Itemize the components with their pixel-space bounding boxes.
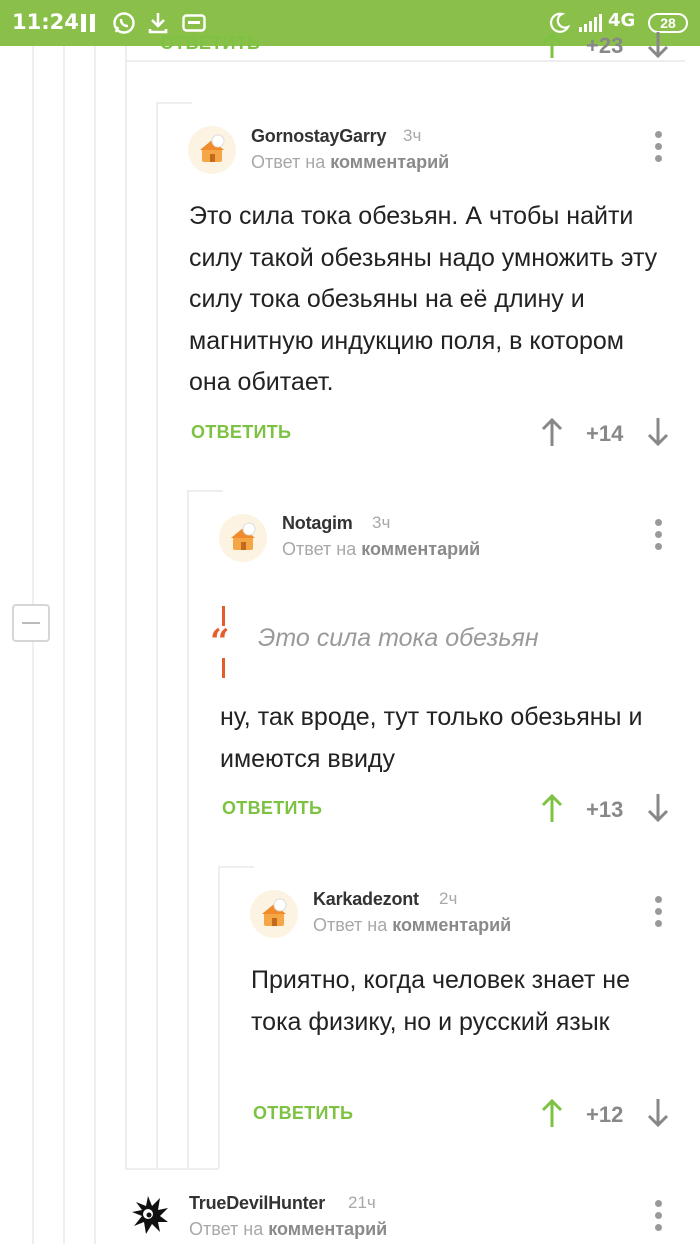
quote-mark-icon: “ — [210, 622, 230, 662]
comment-time: 3ч — [372, 513, 391, 532]
default-avatar-icon — [262, 898, 287, 926]
thread-line — [125, 1168, 219, 1170]
reply-to-label: Ответ на комментарий — [189, 1219, 387, 1240]
reply-to-prefix: Ответ на — [189, 1219, 264, 1239]
devil-avatar-icon — [132, 1196, 168, 1234]
downvote-arrow-icon[interactable] — [646, 30, 670, 60]
comment-username[interactable]: GornostayGarry — [251, 126, 386, 147]
rating-value: +14 — [586, 421, 624, 446]
thread-line — [32, 642, 34, 1244]
default-avatar-icon — [231, 522, 256, 550]
upvote-arrow-icon[interactable] — [540, 792, 564, 824]
upvote-arrow-icon[interactable] — [540, 1097, 564, 1129]
reply-button[interactable]: ОТВЕТИТЬ — [191, 422, 291, 443]
download-icon — [148, 13, 168, 34]
reply-to-link[interactable]: комментарий — [330, 152, 449, 172]
comment-time: 3ч — [403, 126, 422, 145]
comment-username[interactable]: Karkadezont — [313, 889, 419, 910]
avatar[interactable] — [250, 890, 298, 938]
rating-value: +12 — [586, 1102, 624, 1127]
thread-line — [218, 866, 220, 1168]
thread-line — [63, 46, 65, 1244]
comment-username[interactable]: TrueDevilHunter — [189, 1193, 325, 1214]
reply-to-label: Ответ на комментарий — [313, 915, 511, 936]
thread-line — [156, 102, 192, 104]
comment-text: Это сила тока обезьян. А чтобы найти сил… — [189, 202, 658, 396]
rating-value: +13 — [586, 797, 624, 822]
reply-button[interactable]: ОТВЕТИТЬ — [253, 1103, 353, 1124]
downvote-arrow-icon[interactable] — [646, 792, 670, 824]
thread-line — [218, 866, 254, 868]
avatar[interactable] — [188, 126, 236, 174]
reply-to-label: Ответ на комментарий — [251, 152, 449, 173]
comment-username[interactable]: Notagim — [282, 513, 353, 534]
more-options-icon[interactable] — [649, 519, 669, 553]
network-type: 4G — [608, 10, 636, 31]
quote-bar — [222, 658, 225, 678]
more-options-icon[interactable] — [649, 131, 669, 165]
whatsapp-icon — [113, 12, 135, 34]
reply-to-link[interactable]: комментарий — [268, 1219, 387, 1239]
comment-text: ну, так вроде, тут только обезьяны и име… — [220, 703, 643, 773]
thread-line — [187, 490, 189, 1168]
reply-to-link[interactable]: комментарий — [361, 539, 480, 559]
signal-icon — [579, 14, 602, 32]
reply-to-link[interactable]: комментарий — [392, 915, 511, 935]
upvote-arrow-icon[interactable] — [540, 416, 564, 448]
rating-value: +23 — [586, 33, 624, 58]
reply-to-prefix: Ответ на — [251, 152, 326, 172]
default-avatar-icon — [200, 134, 225, 162]
more-options-icon[interactable] — [649, 1200, 669, 1234]
avatar[interactable] — [219, 514, 267, 562]
status-time: 11:24 — [12, 10, 79, 34]
thread-line — [125, 46, 127, 1168]
reply-to-label: Ответ на комментарий — [282, 539, 480, 560]
reply-to-prefix: Ответ на — [313, 915, 388, 935]
reply-to-prefix: Ответ на — [282, 539, 357, 559]
quoted-text: Это сила тока обезьян — [258, 624, 539, 652]
downvote-arrow-icon[interactable] — [646, 416, 670, 448]
more-options-icon[interactable] — [649, 896, 669, 930]
thread-line — [125, 60, 685, 62]
avatar[interactable] — [126, 1192, 174, 1240]
downvote-arrow-icon[interactable] — [646, 1097, 670, 1129]
upvote-arrow-icon[interactable] — [540, 30, 564, 60]
thread-line — [32, 46, 34, 604]
thread-line — [187, 490, 223, 492]
comment-time: 21ч — [348, 1193, 376, 1212]
thread-line — [156, 102, 158, 1168]
comment-time: 2ч — [439, 889, 458, 908]
comment-text: Приятно, когда человек знает не тока физ… — [251, 966, 630, 1036]
thread-line — [94, 46, 96, 1244]
card-icon — [182, 14, 206, 32]
reply-button[interactable]: ОТВЕТИТЬ — [222, 798, 322, 819]
reply-button[interactable]: ОТВЕТИТЬ — [160, 33, 260, 54]
pause-icon — [81, 14, 95, 32]
collapse-thread-button[interactable] — [12, 604, 50, 642]
